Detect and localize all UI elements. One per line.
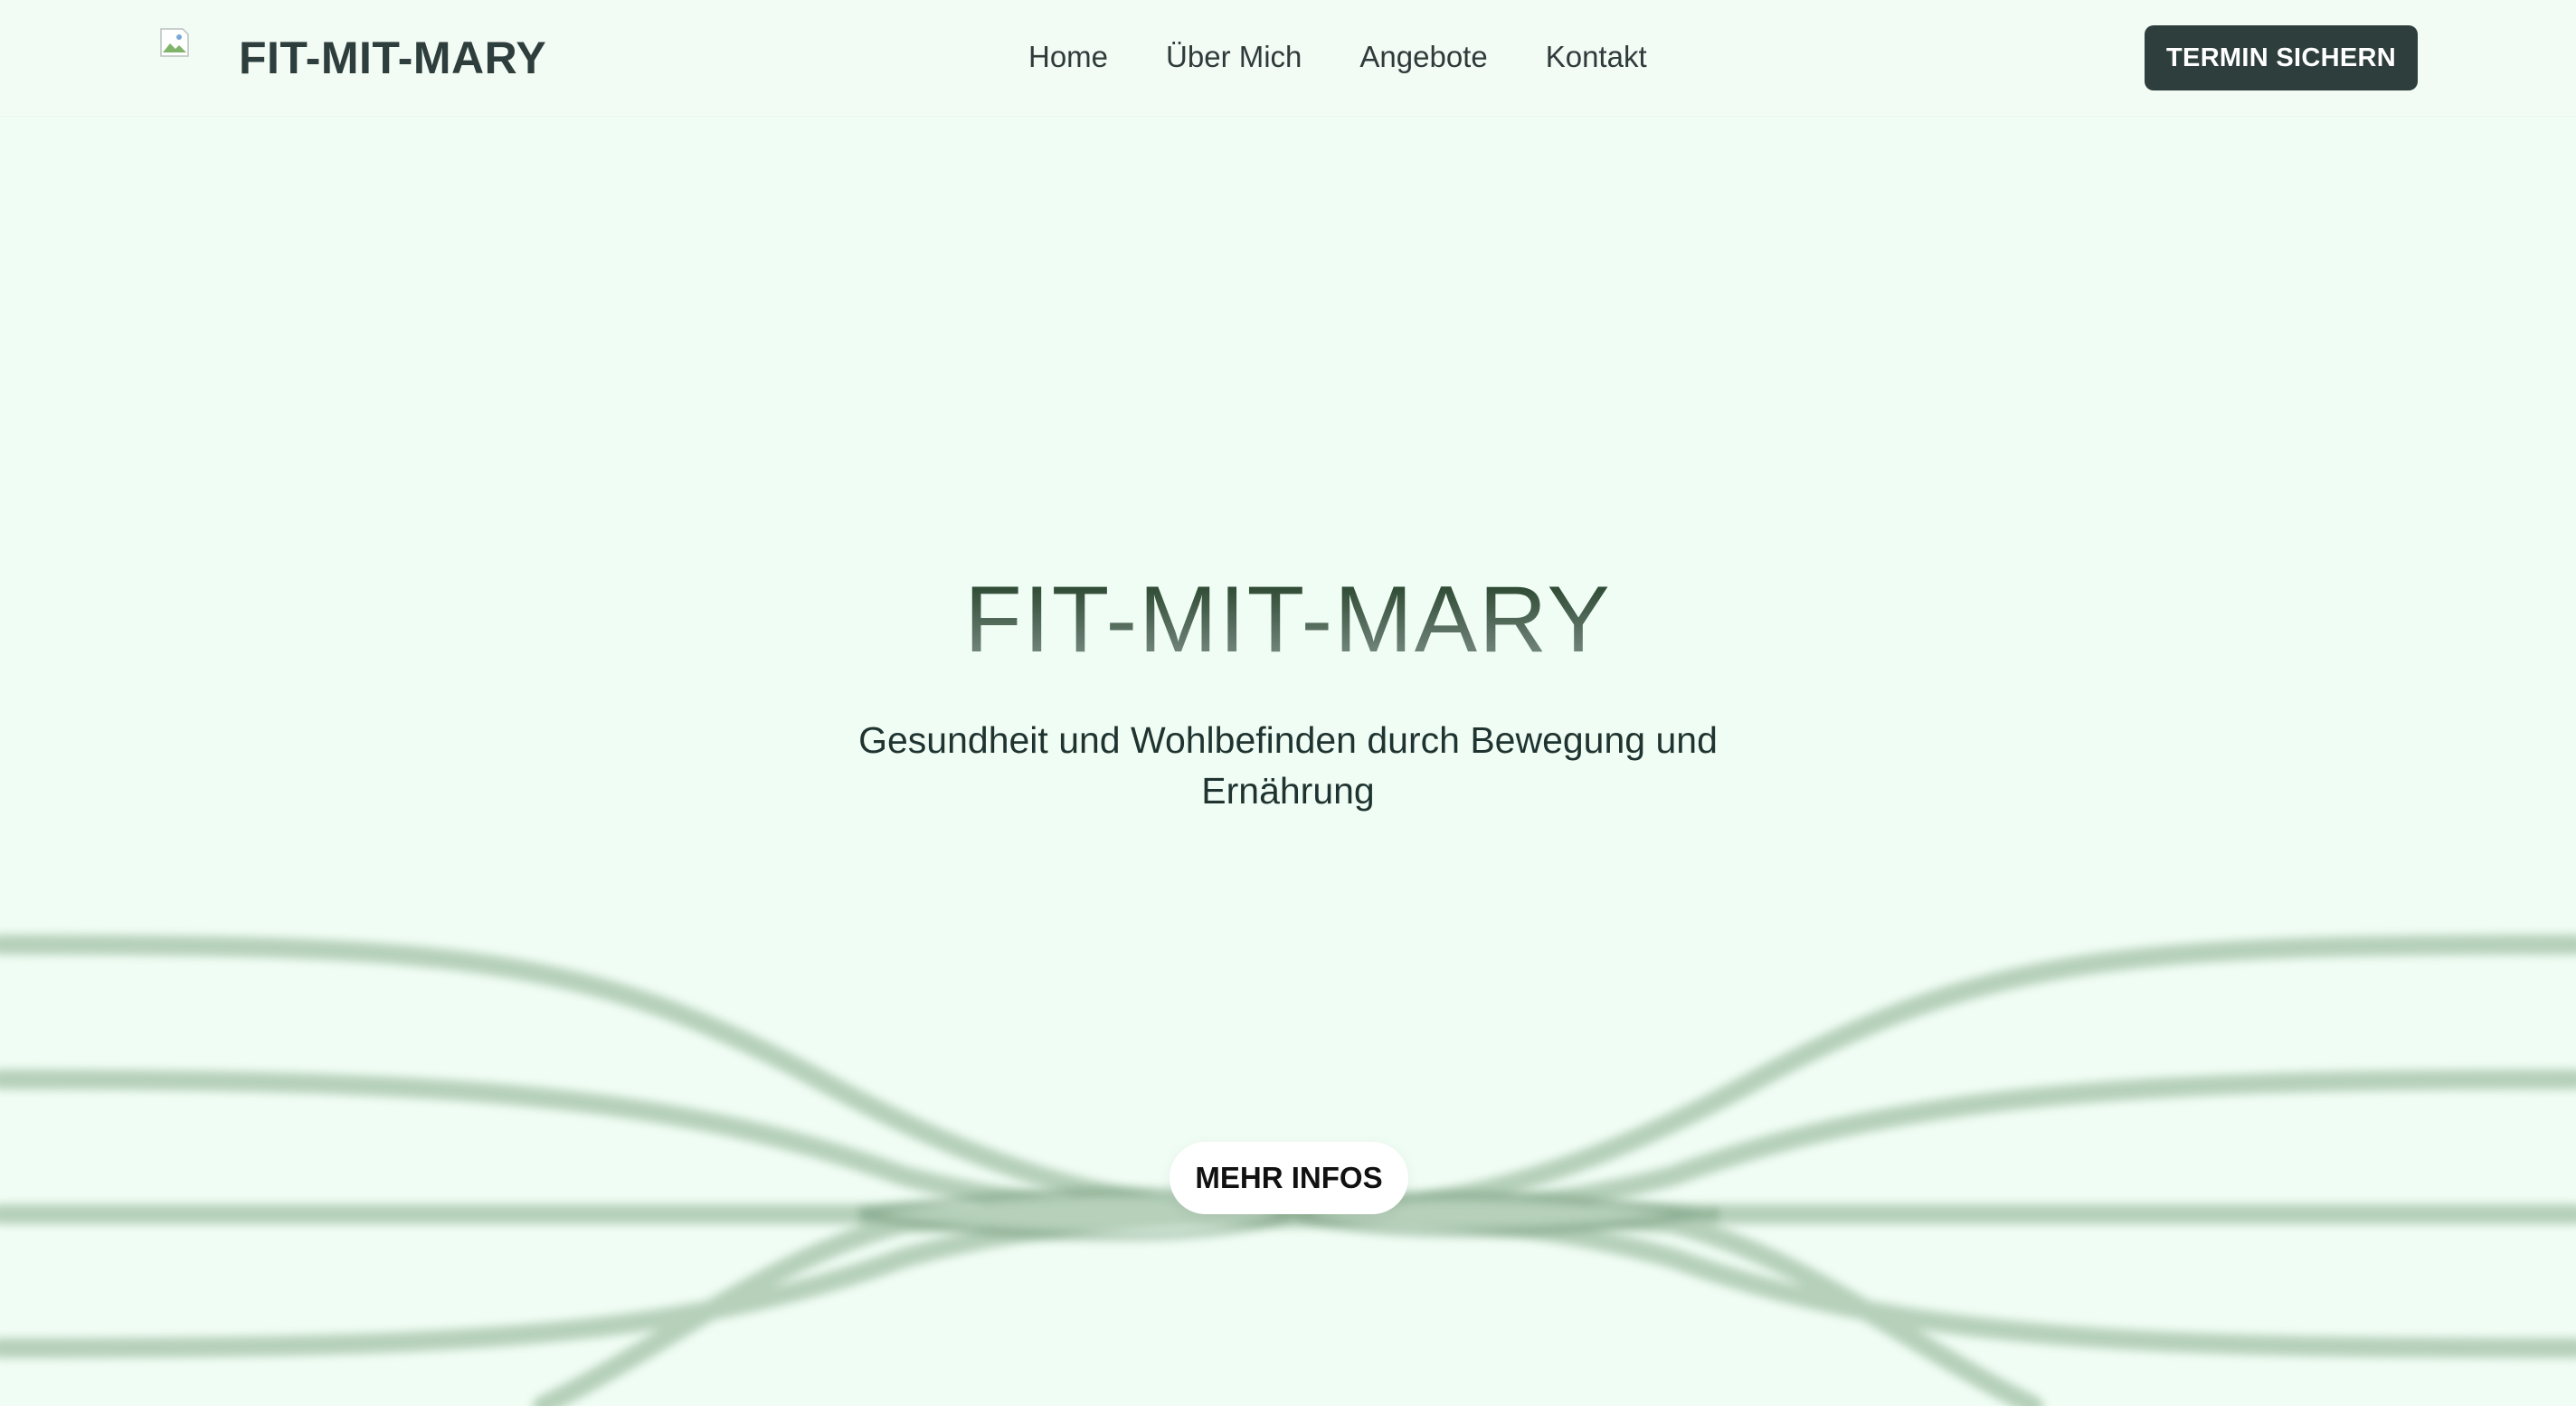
brand-name[interactable]: FIT-MIT-MARY [239, 31, 546, 85]
hero-title: FIT-MIT-MARY [0, 561, 2576, 679]
nav-kontakt[interactable]: Kontakt [1546, 34, 1647, 80]
site-header: FIT-MIT-MARY Home Über Mich Angebote Kon… [0, 0, 2576, 116]
hero-subtitle: Gesundheit und Wohlbefinden durch Bewegu… [858, 719, 1718, 812]
nav-angebote[interactable]: Angebote [1359, 34, 1487, 80]
termin-sichern-button[interactable]: TERMIN SICHERN [2145, 25, 2418, 90]
broken-image-icon[interactable] [159, 27, 190, 58]
decorative-wave-lines [0, 935, 2576, 1406]
nav-ueber-mich[interactable]: Über Mich [1166, 34, 1302, 80]
main-nav: Home Über Mich Angebote Kontakt [1028, 34, 1647, 80]
nav-home[interactable]: Home [1028, 34, 1108, 80]
mehr-infos-button[interactable]: MEHR INFOS [1170, 1142, 1408, 1214]
